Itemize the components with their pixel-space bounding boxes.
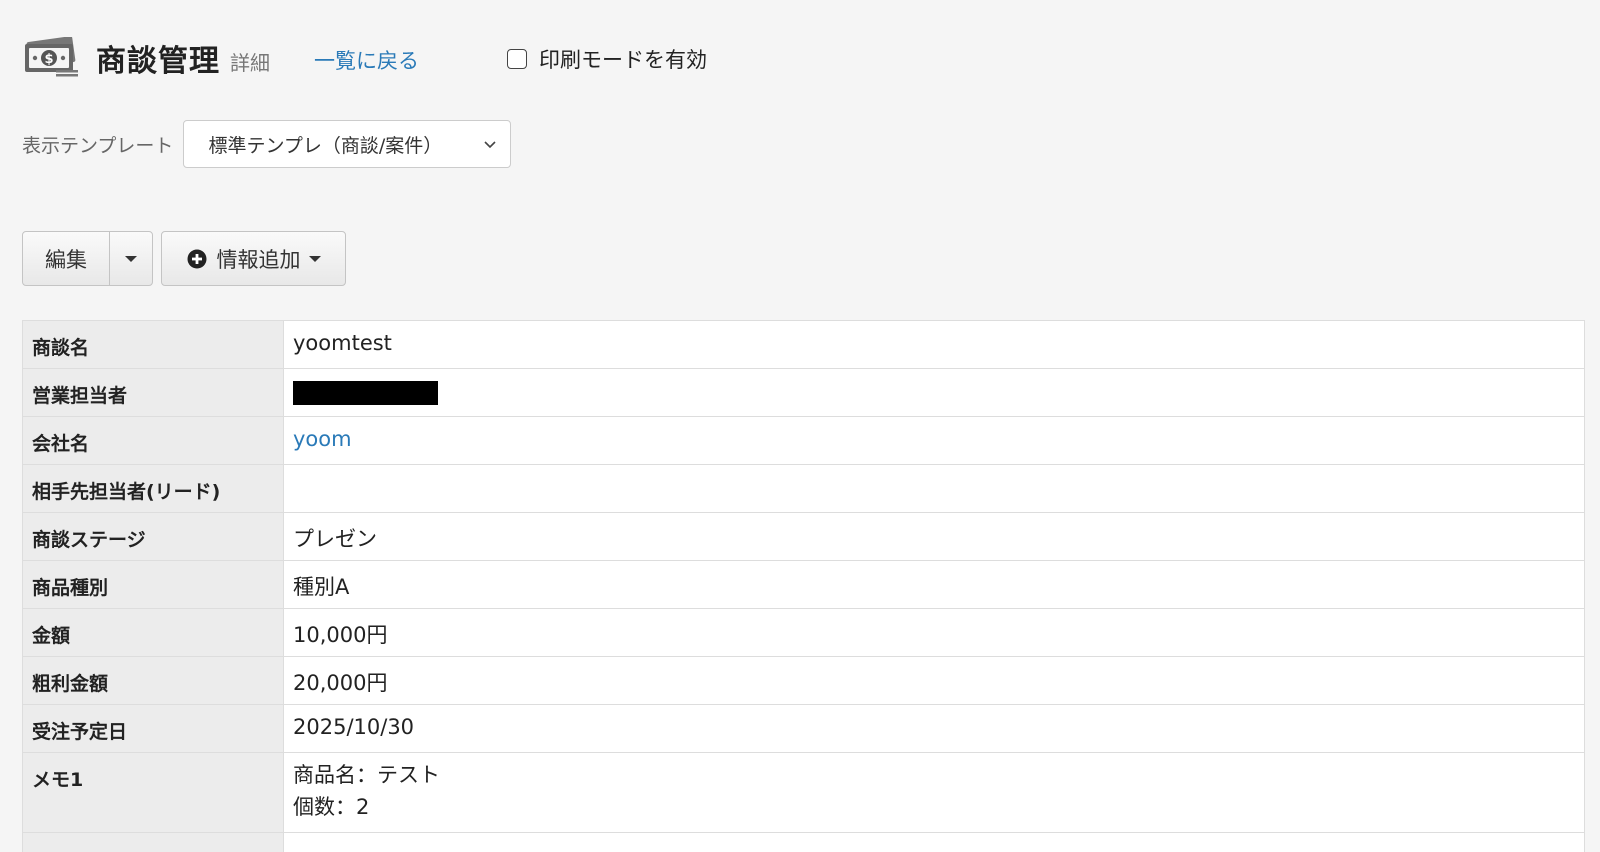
table-row [22, 832, 1585, 852]
field-value [283, 832, 1585, 852]
svg-text:$: $ [44, 52, 53, 67]
back-to-list-link[interactable]: 一覧に戻る [314, 45, 419, 75]
table-row: 粗利金額 20,000円 [22, 656, 1585, 705]
table-row: 商品種別 種別A [22, 560, 1585, 609]
field-value-sales-rep [283, 368, 1585, 417]
field-label: 商品種別 [22, 560, 284, 609]
action-toolbar: 編集 情報追加 [22, 231, 346, 286]
plus-circle-icon [187, 249, 206, 268]
redacted-block [293, 381, 438, 405]
edit-button[interactable]: 編集 [23, 232, 110, 285]
print-mode-checkbox[interactable] [507, 49, 527, 69]
edit-dropdown-toggle[interactable] [110, 232, 152, 285]
field-value-product-type: 種別A [283, 560, 1585, 609]
field-label: 粗利金額 [22, 656, 284, 705]
add-info-button[interactable]: 情報追加 [161, 231, 346, 286]
table-row: 金額 10,000円 [22, 608, 1585, 657]
field-label: メモ1 [22, 752, 284, 833]
print-mode-label: 印刷モードを有効 [539, 48, 707, 72]
memo-line: 個数：2 [293, 795, 370, 819]
memo-line: 商品名：テスト [293, 763, 440, 787]
table-row: 相手先担当者(リード) [22, 464, 1585, 513]
field-label: 商談名 [22, 320, 284, 369]
field-value-memo1: 商品名：テスト 個数：2 [283, 752, 1585, 833]
field-value-stage: プレゼン [283, 512, 1585, 561]
template-select[interactable]: 標準テンプレ（商談/案件） [183, 120, 512, 168]
caret-down-icon [308, 255, 321, 262]
field-label: 相手先担当者(リード) [22, 464, 284, 513]
table-row: 営業担当者 [22, 368, 1585, 417]
field-label: 金額 [22, 608, 284, 657]
page-header: $ 商談管理 詳細 一覧に戻る 印刷モードを有効 [22, 36, 707, 80]
template-label: 表示テンプレート [22, 134, 174, 157]
field-value-amount: 10,000円 [283, 608, 1585, 657]
edit-button-group: 編集 [22, 231, 153, 286]
money-bill-icon: $ [25, 37, 78, 77]
field-label: 会社名 [22, 416, 284, 465]
table-row: 商談名 yoomtest [22, 320, 1585, 369]
field-value-expected-date: 2025/10/30 [283, 704, 1585, 753]
field-label: 商談ステージ [22, 512, 284, 561]
page-subtitle: 詳細 [230, 50, 270, 75]
field-value-company: yoom [283, 416, 1585, 465]
field-label: 受注予定日 [22, 704, 284, 753]
field-label: 営業担当者 [22, 368, 284, 417]
table-row: 商談ステージ プレゼン [22, 512, 1585, 561]
field-label [22, 832, 284, 852]
caret-down-icon [125, 255, 137, 262]
field-value-contact-lead [283, 464, 1585, 513]
page-title: 商談管理 [96, 44, 220, 79]
deal-detail-page: $ 商談管理 詳細 一覧に戻る 印刷モードを有効 表示テンプレート 標準テンプレ… [0, 0, 1600, 852]
table-row: メモ1 商品名：テスト 個数：2 [22, 752, 1585, 833]
deal-detail-table: 商談名 yoomtest 営業担当者 会社名 yoom 相手先担当者(リード) [22, 320, 1585, 852]
template-selector-row: 表示テンプレート 標準テンプレ（商談/案件） [22, 120, 512, 168]
company-link[interactable]: yoom [293, 427, 352, 451]
table-row: 会社名 yoom [22, 416, 1585, 465]
field-value-gross-profit: 20,000円 [283, 656, 1585, 705]
table-row: 受注予定日 2025/10/30 [22, 704, 1585, 753]
chevron-down-icon [484, 141, 497, 149]
print-mode-toggle[interactable]: 印刷モードを有効 [507, 44, 707, 74]
field-value-deal-name: yoomtest [283, 320, 1585, 369]
template-selected-value: 標準テンプレ（商談/案件） [208, 134, 443, 157]
add-info-label: 情報追加 [216, 247, 301, 272]
